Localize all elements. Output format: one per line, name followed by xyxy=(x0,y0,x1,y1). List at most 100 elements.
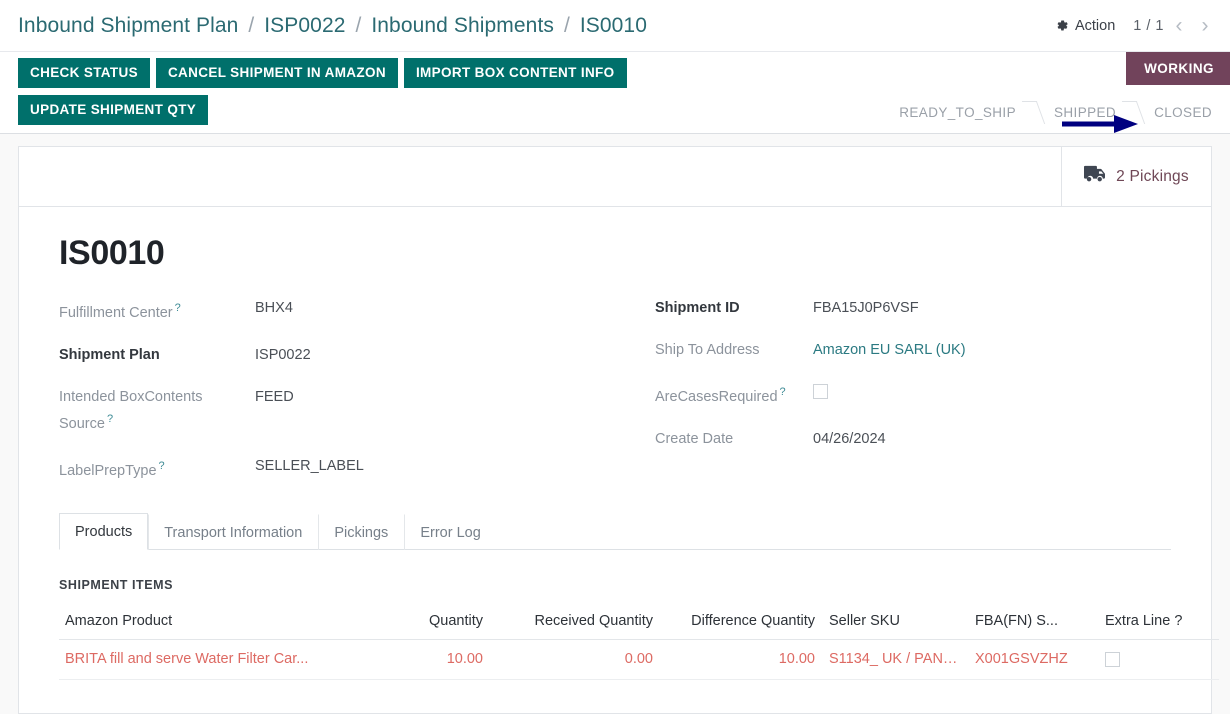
column-header-extra-line[interactable]: Extra Line ? xyxy=(1099,604,1219,641)
breadcrumb-item-1[interactable]: Inbound Shipment Plan xyxy=(18,14,238,37)
breadcrumb-item-current: IS0010 xyxy=(579,13,647,37)
help-tooltip-icon[interactable]: ? xyxy=(159,460,165,472)
column-header-fba-sku[interactable]: FBA(FN) S... xyxy=(969,604,1099,641)
cell-extra-line xyxy=(1099,639,1219,681)
column-header-amazon-product[interactable]: Amazon Product xyxy=(59,604,359,641)
field-value-link[interactable]: Amazon EU SARL (UK) xyxy=(813,339,966,361)
pager-count: 1 / 1 xyxy=(1133,17,1164,34)
stat-button-label: 2 Pickings xyxy=(1116,167,1189,185)
tab-pickings[interactable]: Pickings xyxy=(318,514,404,551)
stat-buttons-strip: 2 Pickings xyxy=(19,147,1211,207)
status-step-chevron-icon xyxy=(1024,97,1046,127)
field-arecasesrequired: AreCasesRequired? xyxy=(655,381,1171,408)
form-fields-grid: Fulfillment Center? BHX4 Shipment Plan I… xyxy=(59,297,1171,501)
update-shipment-qty-button[interactable]: UPDATE SHIPMENT QTY xyxy=(18,95,209,125)
field-labelpreptype: LabelPrepType? SELLER_LABEL xyxy=(59,455,615,482)
help-tooltip-icon[interactable]: ? xyxy=(175,302,181,314)
status-badge-working[interactable]: WORKING xyxy=(1126,52,1230,85)
notebook: Products Transport Information Pickings … xyxy=(19,513,1219,681)
field-value[interactable]: SELLER_LABEL xyxy=(255,455,364,477)
cell-difference-quantity[interactable]: 10.00 xyxy=(661,639,823,681)
action-menu-label: Action xyxy=(1074,17,1116,34)
status-bar: WORKING READY_TO_SHIP SHIPPED CLOSED xyxy=(891,52,1230,127)
column-header-difference-quantity[interactable]: Difference Quantity xyxy=(661,604,823,641)
form-body: IS0010 Fulfillment Center? BHX4 Shipment… xyxy=(19,207,1211,501)
field-value[interactable]: 04/26/2024 xyxy=(813,428,886,450)
action-buttons-group: CHECK STATUS CANCEL SHIPMENT IN AMAZON IMP… xyxy=(18,58,633,132)
field-ship-to-address: Ship To Address Amazon EU SARL (UK) xyxy=(655,339,1171,361)
field-shipment-plan: Shipment Plan ISP0022 xyxy=(59,344,615,366)
chevron-right-icon[interactable]: › xyxy=(1194,13,1216,39)
column-header-quantity[interactable]: Quantity xyxy=(359,604,491,641)
breadcrumb-separator: / xyxy=(355,13,362,37)
cell-seller-sku[interactable]: S1134_ UK / PAN EU xyxy=(823,639,969,681)
table-body: BRITA fill and serve Water Filter Car...… xyxy=(59,639,1219,681)
field-value[interactable]: BHX4 xyxy=(255,297,293,319)
field-label: Shipment ID xyxy=(655,300,740,316)
tab-products[interactable]: Products xyxy=(59,513,149,551)
field-label: Intended BoxContents Source? xyxy=(59,388,203,432)
cell-quantity[interactable]: 10.00 xyxy=(359,639,491,681)
notebook-tabs: Products Transport Information Pickings … xyxy=(59,513,1171,551)
page-title: IS0010 xyxy=(59,234,165,272)
breadcrumb-separator: / xyxy=(563,13,570,37)
breadcrumb-separator: / xyxy=(248,13,255,37)
stat-button-pickings[interactable]: 2 Pickings xyxy=(1061,147,1211,206)
form-column-left: Fulfillment Center? BHX4 Shipment Plan I… xyxy=(59,297,615,501)
breadcrumb-item-3[interactable]: Inbound Shipments xyxy=(371,14,554,37)
status-bar-active-row: WORKING xyxy=(1126,52,1230,85)
shipment-items-table: Amazon Product Quantity Received Quantit… xyxy=(59,604,1219,681)
field-label: Shipment Plan xyxy=(59,346,160,363)
table-header-row: Amazon Product Quantity Received Quantit… xyxy=(59,604,1219,641)
form-sheet: 2 Pickings IS0010 Fulfillment Center? BH… xyxy=(18,146,1219,714)
field-label: Create Date xyxy=(655,430,734,447)
check-status-button[interactable]: CHECK STATUS xyxy=(18,58,150,88)
cell-received-quantity[interactable]: 0.00 xyxy=(491,639,661,681)
table-row[interactable]: BRITA fill and serve Water Filter Car...… xyxy=(59,639,1219,681)
column-header-received-quantity[interactable]: Received Quantity xyxy=(491,604,661,641)
truck-icon xyxy=(1084,165,1107,188)
form-sheet-background: 2 Pickings IS0010 Fulfillment Center? BH… xyxy=(0,134,1230,714)
status-bar-steps: READY_TO_SHIP SHIPPED CLOSED xyxy=(891,97,1230,127)
form-button-bar: CHECK STATUS CANCEL SHIPMENT IN AMAZON IMP… xyxy=(0,52,1230,134)
chevron-left-icon[interactable]: ‹ xyxy=(1168,13,1190,39)
import-box-content-button[interactable]: IMPORT BOX CONTENT INFO xyxy=(403,58,627,88)
field-label: Ship To Address xyxy=(655,342,760,358)
help-tooltip-icon[interactable]: ? xyxy=(780,386,786,398)
cell-amazon-product[interactable]: BRITA fill and serve Water Filter Car... xyxy=(59,639,359,681)
field-intended-boxcontents-source: Intended BoxContents Source? FEED xyxy=(59,386,615,435)
column-header-seller-sku[interactable]: Seller SKU xyxy=(823,604,969,641)
pager: 1 / 1 ‹ › xyxy=(1133,13,1216,39)
field-value[interactable]: FEED xyxy=(255,386,294,408)
cancel-shipment-button[interactable]: CANCEL SHIPMENT IN AMAZON xyxy=(155,58,398,88)
control-panel-right: Action 1 / 1 ‹ › xyxy=(1054,13,1216,39)
arecasesrequired-checkbox[interactable] xyxy=(813,384,828,399)
control-panel: Inbound Shipment Plan / ISP0022 / Inboun… xyxy=(0,0,1230,52)
field-value[interactable]: FBA15J0P6VSF xyxy=(813,297,919,319)
shipment-items-title: SHIPMENT ITEMS xyxy=(59,578,173,593)
field-fulfillment-center: Fulfillment Center? BHX4 xyxy=(59,297,615,324)
breadcrumb: Inbound Shipment Plan / ISP0022 / Inboun… xyxy=(18,14,647,38)
extra-line-checkbox[interactable] xyxy=(1105,652,1120,668)
field-value xyxy=(813,381,828,406)
status-step-closed[interactable]: CLOSED xyxy=(1146,105,1220,120)
field-label: LabelPrepType? xyxy=(59,459,165,479)
field-create-date: Create Date 04/26/2024 xyxy=(655,428,1171,450)
tab-error-log[interactable]: Error Log xyxy=(404,514,496,551)
action-menu-button[interactable]: Action xyxy=(1054,18,1115,34)
field-value[interactable]: ISP0022 xyxy=(255,344,311,366)
tab-transport-information[interactable]: Transport Information xyxy=(148,514,318,551)
table-header: Amazon Product Quantity Received Quantit… xyxy=(59,604,1219,641)
field-shipment-id: Shipment ID FBA15J0P6VSF xyxy=(655,297,1171,319)
cell-fba-sku[interactable]: X001GSVZHZ xyxy=(969,639,1099,681)
help-tooltip-icon[interactable]: ? xyxy=(107,413,113,425)
status-step-shipped[interactable]: SHIPPED xyxy=(1046,105,1124,120)
field-label: Fulfillment Center? xyxy=(59,302,181,321)
tab-pane-products: SHIPMENT ITEMS Amazon Product Quantity R… xyxy=(59,550,1219,681)
status-step-chevron-icon xyxy=(1124,97,1146,127)
form-column-right: Shipment ID FBA15J0P6VSF Ship To Address… xyxy=(615,297,1171,501)
breadcrumb-item-2[interactable]: ISP0022 xyxy=(264,14,345,37)
field-label: AreCasesRequired? xyxy=(655,386,786,405)
status-step-ready-to-ship[interactable]: READY_TO_SHIP xyxy=(891,105,1024,120)
gear-icon xyxy=(1054,18,1069,33)
